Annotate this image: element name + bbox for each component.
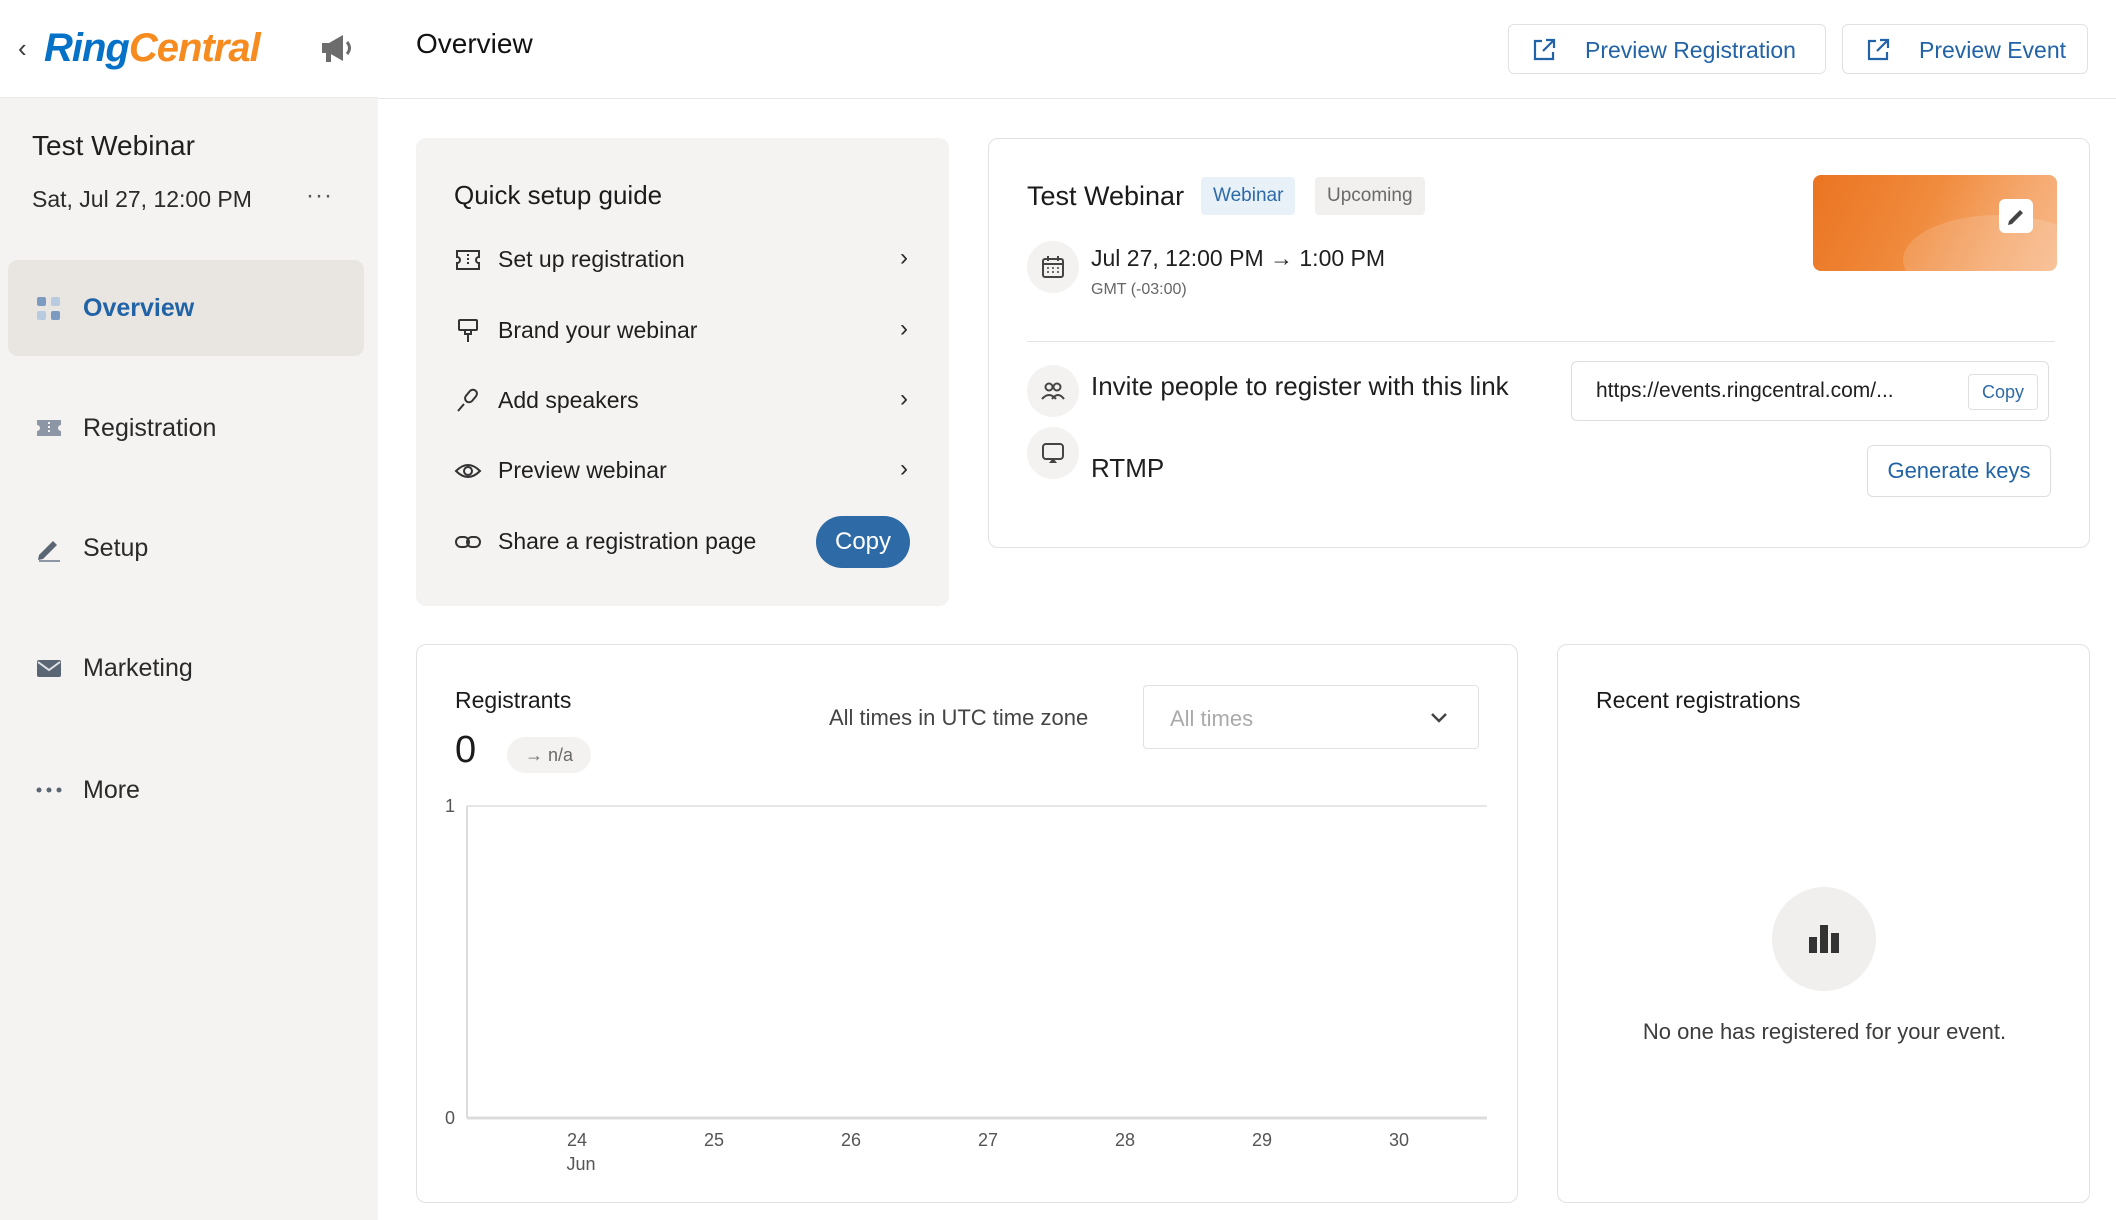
preview-event-button[interactable]: Preview Event: [1842, 24, 2088, 74]
ticket-icon: [456, 250, 480, 270]
generate-keys-button[interactable]: Generate keys: [1867, 445, 2051, 497]
recent-registrations-title: Recent registrations: [1596, 687, 1801, 713]
x-tick-label: 29: [1252, 1130, 1272, 1150]
copy-invite-link-button[interactable]: Copy: [1968, 374, 2038, 410]
link-icon: [455, 536, 481, 548]
logo-part-central: Central: [128, 26, 261, 70]
x-tick-label: 26: [841, 1130, 861, 1150]
preview-registration-button[interactable]: Preview Registration: [1508, 24, 1826, 74]
event-name: Test Webinar: [1027, 181, 1185, 211]
eye-icon: [454, 464, 482, 478]
chevron-right-icon: ›: [900, 455, 908, 482]
event-type-badge: Webinar: [1201, 177, 1296, 215]
more-dots-icon: [36, 787, 62, 793]
setup-item-label: Brand your webinar: [498, 317, 698, 343]
chevron-right-icon: ›: [900, 244, 908, 271]
y-tick-label: 0: [445, 1108, 455, 1128]
chevron-right-icon: ›: [900, 385, 908, 412]
copy-registration-link-button[interactable]: Copy: [816, 516, 910, 568]
quick-setup-title: Quick setup guide: [454, 180, 663, 210]
setup-item-label: Preview webinar: [498, 457, 667, 483]
event-options-button[interactable]: ···: [306, 182, 333, 210]
x-tick-label: 28: [1115, 1130, 1135, 1150]
pencil-icon: [2008, 210, 2023, 225]
external-link-icon: [1867, 38, 1890, 61]
setup-item-preview[interactable]: Preview webinar ›: [454, 451, 924, 491]
page-title: Overview: [416, 28, 533, 59]
event-time-range: Jul 27, 12:00 PM → 1:00 PM: [1091, 245, 1386, 271]
setup-item-label: Set up registration: [498, 246, 685, 272]
rtmp-label: RTMP: [1091, 453, 1165, 483]
event-card: Test Webinar Webinar Upcoming Jul 27, 12…: [988, 138, 2090, 548]
x-tick-label: 30: [1389, 1130, 1409, 1150]
setup-item-registration[interactable]: Set up registration ›: [454, 240, 924, 280]
event-banner-image: [1813, 175, 2057, 271]
chevron-right-icon: ›: [900, 315, 908, 342]
divider: [1027, 341, 2055, 342]
mail-icon: [37, 660, 61, 677]
registrants-card: Registrants 0 → n/a All times in UTC tim…: [416, 644, 1518, 1203]
pencil-icon: [38, 541, 60, 562]
sidebar: ‹ RingCentral Test Webinar Sat, Jul 27, …: [0, 0, 378, 1220]
page-header: Overview Preview Registration Preview Ev…: [378, 0, 2116, 99]
people-icon: [1027, 365, 1079, 417]
sidebar-item-more[interactable]: More: [8, 742, 364, 838]
ringcentral-logo[interactable]: RingCentral: [44, 22, 261, 74]
invite-url: https://events.ringcentral.com/...: [1596, 379, 1894, 402]
megaphone-icon[interactable]: [318, 30, 358, 66]
bar-chart-icon: [1772, 887, 1876, 991]
setup-item-brand[interactable]: Brand your webinar ›: [454, 311, 924, 351]
preview-event-label: Preview Event: [1919, 37, 2067, 63]
sidebar-item-registration[interactable]: Registration: [8, 380, 364, 476]
event-date: Sat, Jul 27, 12:00 PM: [32, 186, 252, 212]
empty-state-text: No one has registered for your event.: [1642, 1019, 2007, 1044]
preview-registration-label: Preview Registration: [1585, 37, 1796, 63]
x-tick-label: 24: [567, 1130, 587, 1150]
setup-item-label: Share a registration page: [498, 528, 757, 554]
recent-registrations-card: Recent registrations No one has register…: [1557, 644, 2090, 1203]
event-status-badge: Upcoming: [1315, 177, 1425, 215]
registrants-chart: 0 1 24 Jun 25 26 27 28 29 30: [445, 796, 1487, 1174]
logo-part-ring: Ring: [44, 26, 130, 70]
x-tick-sublabel: Jun: [566, 1154, 595, 1174]
broadcast-icon: [1027, 427, 1079, 479]
x-tick-label: 25: [704, 1130, 724, 1150]
sidebar-item-setup[interactable]: Setup: [8, 500, 364, 596]
setup-item-speakers[interactable]: Add speakers ›: [454, 381, 924, 421]
calendar-icon: [1027, 241, 1079, 293]
invite-link-field[interactable]: https://events.ringcentral.com/... Copy: [1571, 361, 2049, 421]
sidebar-item-marketing[interactable]: Marketing: [8, 620, 364, 716]
event-timezone: GMT (-03:00): [1091, 281, 1187, 298]
microphone-icon: [457, 388, 478, 412]
logo-bar: ‹ RingCentral: [0, 0, 378, 98]
sidebar-item-label: Marketing: [83, 653, 193, 682]
paint-brush-icon: [458, 319, 478, 342]
event-title: Test Webinar: [32, 130, 195, 161]
external-link-icon: [1533, 38, 1556, 61]
sidebar-item-label: More: [83, 775, 140, 804]
back-chevron-icon[interactable]: ‹: [18, 35, 34, 61]
invite-label: Invite people to register with this link: [1091, 371, 1509, 401]
sidebar-item-overview[interactable]: Overview: [8, 260, 364, 356]
ticket-icon: [37, 420, 61, 436]
sidebar-item-label: Registration: [83, 413, 217, 442]
grid-icon: [37, 297, 60, 320]
y-tick-label: 1: [445, 796, 455, 816]
edit-banner-button[interactable]: [1999, 199, 2033, 233]
setup-item-label: Add speakers: [498, 387, 639, 413]
x-tick-label: 27: [978, 1130, 998, 1150]
sidebar-item-label: Setup: [83, 533, 149, 562]
sidebar-item-label: Overview: [83, 293, 195, 322]
